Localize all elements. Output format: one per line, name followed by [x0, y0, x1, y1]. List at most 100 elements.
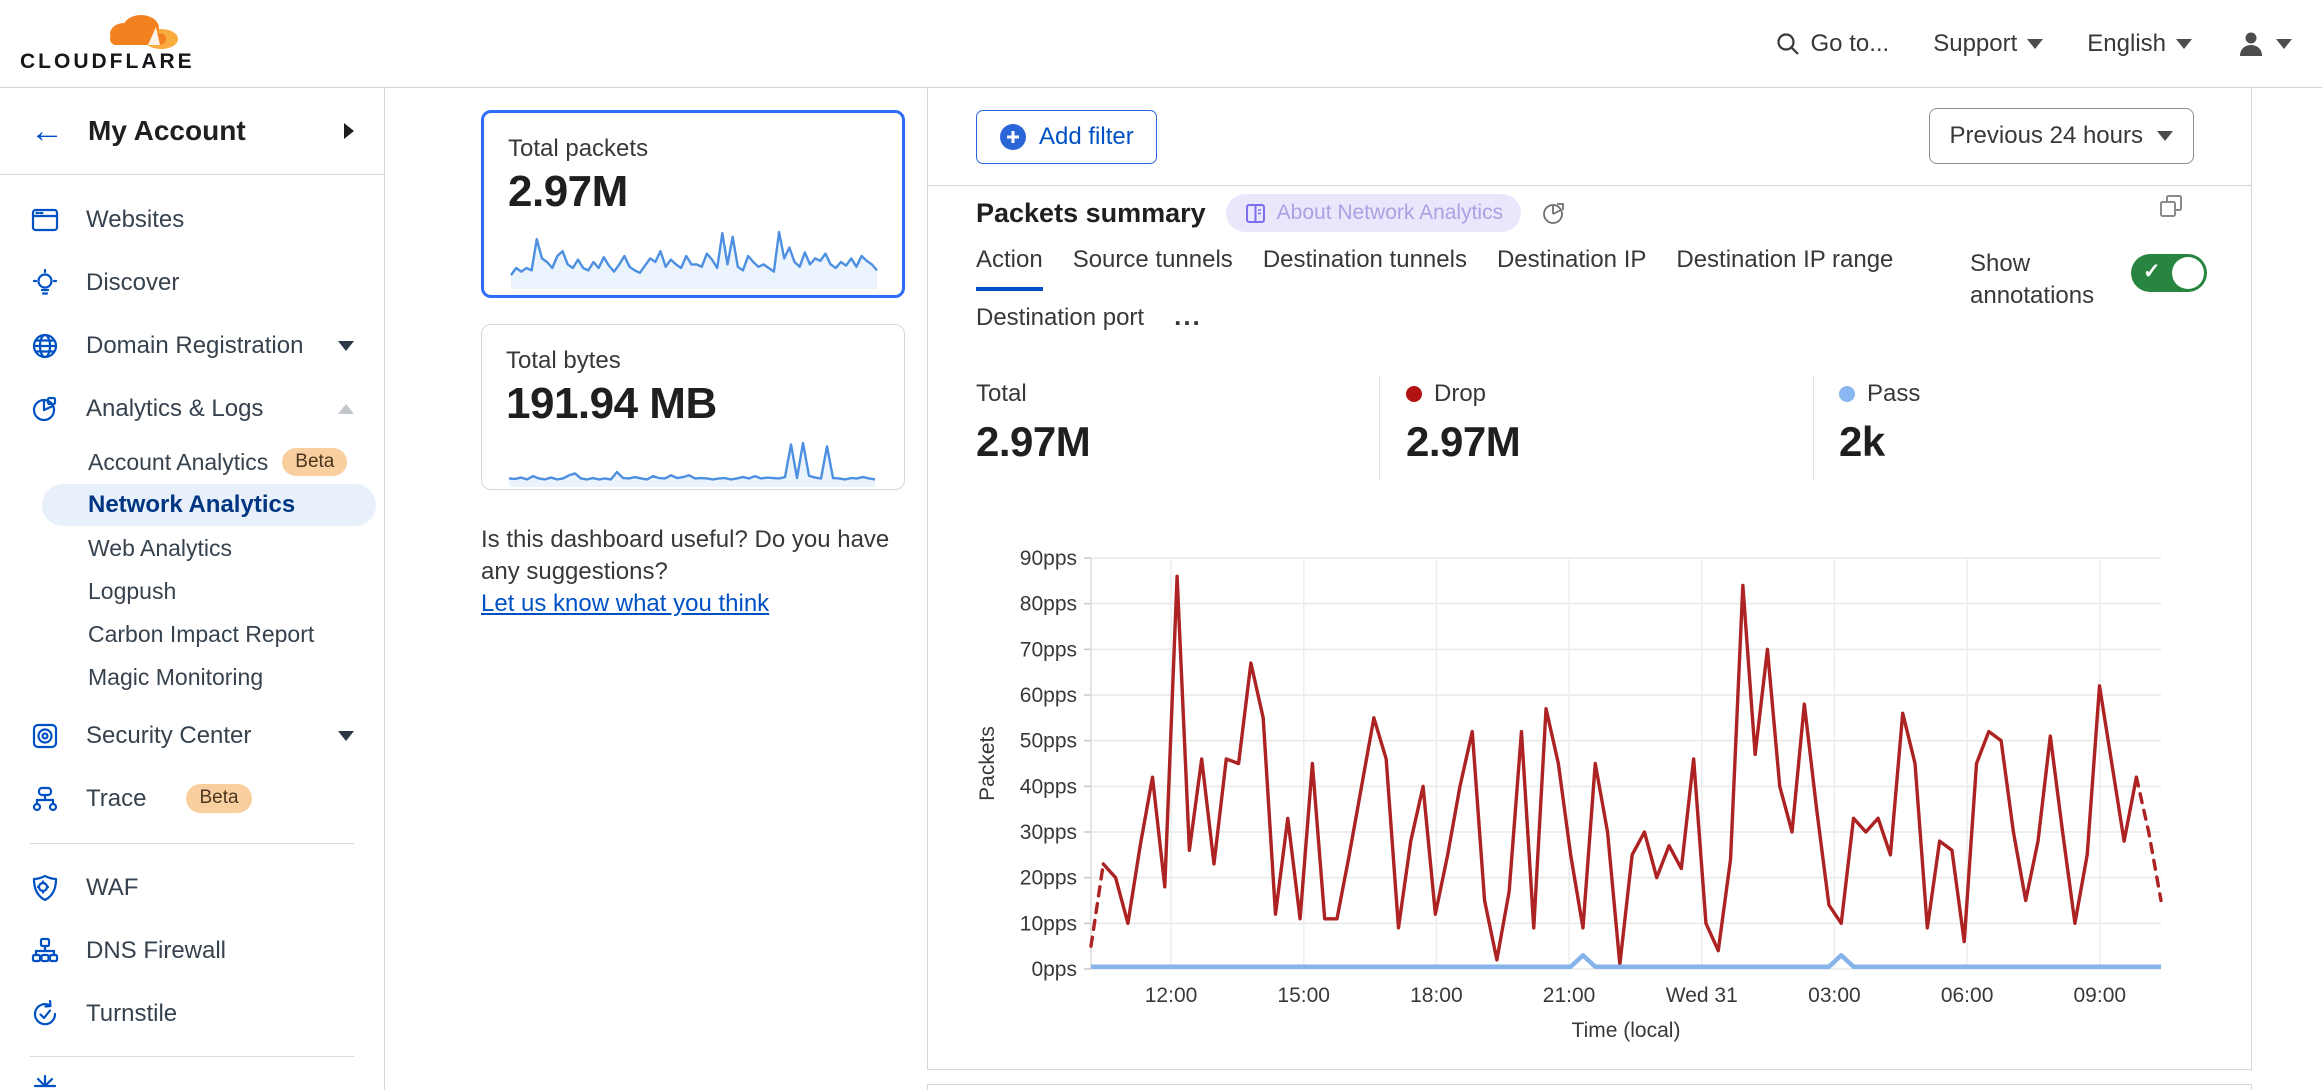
- sidebar-item-network-analytics[interactable]: Network Analytics: [42, 484, 376, 526]
- beta-badge: Beta: [186, 784, 251, 813]
- globe-icon: [30, 331, 60, 361]
- about-network-analytics-badge[interactable]: About Network Analytics: [1226, 194, 1521, 232]
- panel-title: Packets summary: [976, 198, 1206, 229]
- sidebar-item-partial[interactable]: [0, 1072, 384, 1090]
- lightbulb-icon: [30, 268, 60, 298]
- tab-action[interactable]: Action: [976, 246, 1043, 291]
- sidebar: ← My Account Websites: [0, 88, 385, 1090]
- panel-header: Packets summary About Network Analytics: [976, 194, 1567, 232]
- svg-text:20pps: 20pps: [1020, 867, 1077, 890]
- sidebar-item-label: Magic Monitoring: [88, 664, 263, 691]
- sidebar-item-domain-registration[interactable]: Domain Registration: [0, 314, 384, 377]
- cloudflare-logo[interactable]: CLOUDFLARE: [20, 13, 190, 74]
- language-menu[interactable]: English: [2087, 30, 2192, 58]
- back-arrow-icon[interactable]: ←: [30, 114, 64, 148]
- sidebar-item-label: Discover: [86, 269, 179, 297]
- sidebar-item-waf[interactable]: WAF: [0, 856, 384, 919]
- sidebar-item-trace[interactable]: Trace Beta: [0, 767, 384, 830]
- svg-text:50pps: 50pps: [1020, 730, 1077, 753]
- total-bytes-card[interactable]: Total bytes 191.94 MB: [481, 324, 905, 490]
- pass-legend-dot: [1839, 386, 1855, 402]
- show-annotations-label: Show annotations: [1970, 248, 2110, 312]
- sidebar-item-magic-monitoring[interactable]: Magic Monitoring: [0, 656, 384, 698]
- svg-text:70pps: 70pps: [1020, 638, 1077, 661]
- tab-row-2: Destination port ...: [976, 301, 1956, 345]
- tab-destination-tunnels[interactable]: Destination tunnels: [1263, 246, 1467, 287]
- sidebar-item-label: Carbon Impact Report: [88, 621, 314, 648]
- chevron-down-icon: [338, 341, 354, 351]
- chevron-up-icon: [338, 404, 354, 414]
- sidebar-item-label: Trace: [86, 785, 146, 813]
- goto-label: Go to...: [1811, 30, 1890, 58]
- stats-row: Total 2.97M Drop 2.97M Pass 2k: [928, 376, 2253, 486]
- annotations-toggle[interactable]: [2131, 254, 2207, 292]
- sidebar-item-label: WAF: [86, 874, 138, 902]
- card-title: Total packets: [508, 135, 878, 163]
- tab-source-tunnels[interactable]: Source tunnels: [1073, 246, 1233, 287]
- language-label: English: [2087, 30, 2166, 58]
- pie-chart-icon: [30, 394, 60, 424]
- refresh-check-icon: [30, 999, 60, 1029]
- sidebar-item-analytics-logs[interactable]: Analytics & Logs: [0, 377, 384, 440]
- top-bar: CLOUDFLARE Go to... Support English: [0, 0, 2322, 88]
- svg-text:15:00: 15:00: [1277, 984, 1330, 1007]
- sidebar-item-label: Account Analytics: [88, 449, 268, 476]
- time-range-dropdown[interactable]: Previous 24 hours: [1929, 108, 2194, 164]
- sidebar-item-web-analytics[interactable]: Web Analytics: [0, 527, 384, 569]
- svg-text:18:00: 18:00: [1410, 984, 1463, 1007]
- logo-wordmark: CLOUDFLARE: [20, 50, 190, 74]
- sidebar-item-label: Turnstile: [86, 1000, 177, 1028]
- sidebar-item-label: DNS Firewall: [86, 937, 226, 965]
- svg-text:12:00: 12:00: [1145, 984, 1198, 1007]
- add-filter-button[interactable]: Add filter: [976, 110, 1157, 164]
- chart-type-pie-icon[interactable]: [1541, 200, 1567, 226]
- svg-text:21:00: 21:00: [1543, 984, 1596, 1007]
- stat-divider: [1813, 376, 1814, 480]
- tabs: Action Source tunnels Destination tunnel…: [976, 246, 1956, 345]
- tab-destination-ip-range[interactable]: Destination IP range: [1676, 246, 1893, 287]
- user-icon: [2236, 29, 2266, 59]
- sidebar-item-label: Domain Registration: [86, 332, 303, 360]
- tab-destination-port[interactable]: Destination port: [976, 304, 1144, 345]
- packets-chart: 0pps10pps20pps30pps40pps50pps60pps70pps8…: [928, 528, 2253, 1058]
- chevron-down-icon: [2157, 131, 2173, 141]
- card-value: 191.94 MB: [506, 379, 880, 429]
- trace-icon: [30, 784, 60, 814]
- book-icon: [1244, 202, 1267, 225]
- svg-text:Wed 31: Wed 31: [1666, 984, 1738, 1007]
- tabs-more-button[interactable]: ...: [1174, 301, 1202, 332]
- topbar-actions: Go to... Support English: [1775, 29, 2292, 59]
- sidebar-item-label: Network Analytics: [88, 491, 295, 519]
- add-filter-label: Add filter: [1039, 123, 1134, 151]
- sidebar-item-discover[interactable]: Discover: [0, 251, 384, 314]
- chart-area: 0pps10pps20pps30pps40pps50pps60pps70pps8…: [928, 528, 2253, 1063]
- next-panel-top-edge: [927, 1084, 2252, 1090]
- total-bytes-sparkline: [506, 431, 878, 489]
- sidebar-item-account-analytics[interactable]: Account Analytics Beta: [0, 441, 384, 483]
- main-panel: Add filter Previous 24 hours Packets sum…: [927, 88, 2252, 1070]
- duplicate-icon[interactable]: [2157, 192, 2185, 220]
- svg-text:40pps: 40pps: [1020, 775, 1077, 798]
- plus-circle-icon: [999, 123, 1027, 151]
- sidebar-item-logpush[interactable]: Logpush: [0, 570, 384, 612]
- svg-text:80pps: 80pps: [1020, 593, 1077, 616]
- sidebar-nav: Websites Discover: [0, 175, 384, 1090]
- svg-text:06:00: 06:00: [1941, 984, 1994, 1007]
- sidebar-item-label: Web Analytics: [88, 535, 232, 562]
- sidebar-item-security-center[interactable]: Security Center: [0, 704, 384, 767]
- tab-row-1: Action Source tunnels Destination tunnel…: [976, 246, 1956, 291]
- sidebar-item-turnstile[interactable]: Turnstile: [0, 982, 384, 1045]
- support-menu[interactable]: Support: [1933, 30, 2043, 58]
- account-menu[interactable]: [2236, 29, 2292, 59]
- stat-divider: [1379, 376, 1380, 480]
- feedback-link[interactable]: Let us know what you think: [481, 590, 769, 617]
- goto-search[interactable]: Go to...: [1775, 30, 1890, 58]
- chevron-right-icon[interactable]: [344, 123, 354, 139]
- sidebar-item-carbon-impact-report[interactable]: Carbon Impact Report: [0, 613, 384, 655]
- tab-destination-ip[interactable]: Destination IP: [1497, 246, 1646, 287]
- svg-text:30pps: 30pps: [1020, 821, 1077, 844]
- sidebar-item-dns-firewall[interactable]: DNS Firewall: [0, 919, 384, 982]
- total-packets-card[interactable]: Total packets 2.97M: [481, 110, 905, 298]
- sidebar-item-websites[interactable]: Websites: [0, 188, 384, 251]
- svg-text:0pps: 0pps: [1031, 958, 1077, 981]
